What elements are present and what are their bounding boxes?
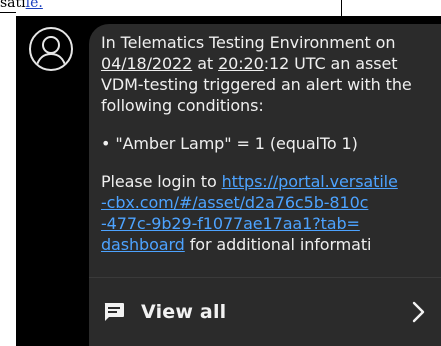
- message-text: Please login to: [101, 172, 222, 191]
- message-line: following conditions:: [101, 96, 264, 115]
- view-all-button[interactable]: View all: [101, 292, 431, 332]
- chevron-right-icon[interactable]: [405, 299, 431, 325]
- portal-link[interactable]: -cbx.com/#/asset/d2a76c5b-810c: [101, 193, 368, 212]
- screen: satile. In Telematics Testing Environmen…: [0, 0, 441, 346]
- background-rule: [0, 12, 16, 13]
- message-text: at: [192, 54, 219, 73]
- message-line: -cbx.com/#/asset/d2a76c5b-810c: [101, 192, 436, 213]
- message-line: VDM-testing triggered an alert with the: [101, 75, 412, 94]
- time-link[interactable]: 20:20: [218, 54, 264, 73]
- message-line: Please login to https://portal.versatile: [101, 171, 436, 192]
- message-text: :12 UTC an asset: [263, 54, 398, 73]
- notification-message: In Telematics Testing Environment on 04/…: [101, 32, 436, 255]
- message-line: -477c-9b29-f1077ae17aa1?tab=: [101, 213, 436, 234]
- background-link[interactable]: le.: [26, 0, 43, 11]
- notification-bubble[interactable]: In Telematics Testing Environment on 04/…: [89, 24, 441, 346]
- message-text: for additional informati: [184, 235, 372, 254]
- date-link[interactable]: 04/18/2022: [101, 54, 192, 73]
- background-document-text: satile.: [0, 0, 43, 11]
- portal-link[interactable]: dashboard: [101, 235, 185, 254]
- background-text: sati: [0, 0, 26, 11]
- message-line: In Telematics Testing Environment on: [101, 33, 396, 52]
- message-line: dashboard for additional informati: [101, 234, 436, 255]
- notification-card[interactable]: In Telematics Testing Environment on 04/…: [16, 16, 441, 346]
- view-all-label: View all: [141, 301, 227, 323]
- person-icon: [29, 27, 73, 71]
- chat-bubble-icon: [101, 299, 127, 325]
- background-rule-vertical: [341, 0, 342, 16]
- portal-link[interactable]: https://portal.versatile: [222, 172, 398, 191]
- condition-line: • "Amber Lamp" = 1 (equalTo 1): [101, 134, 358, 153]
- portal-link[interactable]: -477c-9b29-f1077ae17aa1?tab=: [101, 214, 360, 233]
- message-line: 04/18/2022 at 20:20:12 UTC an asset: [101, 53, 436, 74]
- divider: [89, 277, 441, 278]
